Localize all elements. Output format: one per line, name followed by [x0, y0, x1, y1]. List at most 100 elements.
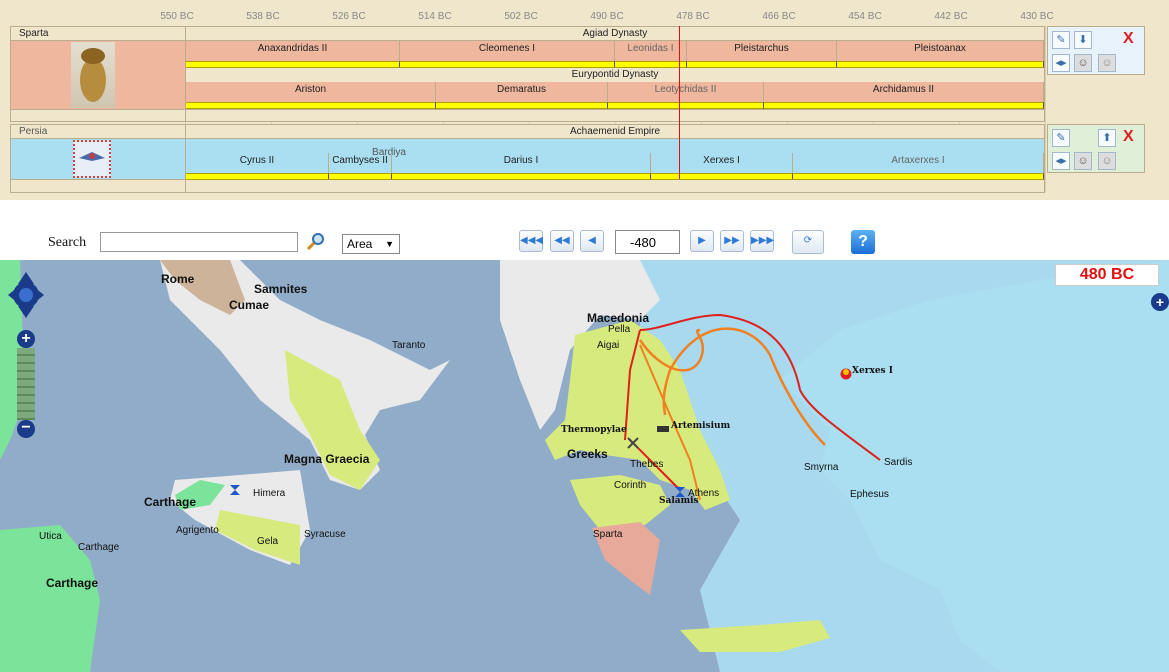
year-badge: 480 BC	[1055, 264, 1159, 286]
expand-horizontal-icon[interactable]: ◂▸	[1052, 54, 1070, 72]
city-label: Himera	[253, 488, 286, 499]
year-input[interactable]	[615, 230, 680, 254]
city-label: Carthage	[78, 542, 120, 553]
hourglass-battle-icon[interactable]	[674, 485, 686, 503]
reign-bar	[392, 173, 651, 180]
reign-bar	[687, 61, 837, 68]
persia-controls: ✎ ⬆ X ◂▸ ☺ ☺	[1047, 124, 1145, 173]
sparta-controls: ✎ ⬇ X ◂▸ ☺ ☺	[1047, 26, 1145, 75]
move-up-icon[interactable]: ⬆	[1098, 129, 1116, 147]
hourglass-battle-icon[interactable]	[229, 483, 241, 501]
sparta-label: Sparta	[19, 28, 49, 39]
city-label: Thebes	[630, 459, 664, 470]
eurypontid-dynasty-title: Eurypontid Dynasty	[571, 69, 659, 80]
city-label: Corinth	[614, 480, 647, 491]
ruler-name[interactable]: Cyrus II	[186, 153, 329, 173]
help-icon[interactable]: ?	[851, 230, 875, 254]
reign-bar	[436, 102, 608, 109]
city-label: Sardis	[884, 457, 913, 468]
ruler-name[interactable]: Leonidas I	[615, 41, 687, 61]
axis-grid-line	[1045, 26, 1046, 192]
axis-year-label: 502 BC	[504, 11, 538, 22]
zoom-in-icon[interactable]: +	[17, 330, 35, 348]
axis-year-label: 478 BC	[676, 11, 710, 22]
expand-horizontal-icon[interactable]: ◂▸	[1052, 152, 1070, 170]
close-icon[interactable]: X	[1123, 30, 1134, 48]
city-label: Aigai	[597, 340, 620, 351]
edit-icon[interactable]: ✎	[1052, 31, 1070, 49]
ruler-name[interactable]: Xerxes I	[651, 153, 793, 173]
city-label: Pella	[608, 324, 631, 335]
current-year-marker	[679, 26, 680, 179]
crossed-swords-icon[interactable]	[627, 436, 639, 454]
axis-year-label: 430 BC	[1020, 11, 1054, 22]
pan-control[interactable]	[8, 272, 44, 318]
close-icon[interactable]: X	[1123, 128, 1134, 146]
axis-year-label: 550 BC	[160, 11, 194, 22]
jump-forward-far-icon[interactable]: ▶▶▶	[750, 230, 774, 252]
search-input[interactable]	[100, 232, 298, 252]
step-forward-icon[interactable]: ▶	[690, 230, 714, 252]
axis-year-label: 514 BC	[418, 11, 452, 22]
ruler-name[interactable]: Archidamus II	[764, 82, 1044, 102]
reign-bar	[400, 61, 615, 68]
ruler-name[interactable]: Demaratus	[436, 82, 608, 102]
ruler-name[interactable]: Darius I	[392, 153, 651, 173]
city-label: Utica	[39, 531, 62, 542]
reign-bar	[615, 61, 687, 68]
map-canvas	[0, 260, 1169, 672]
reign-bar	[186, 61, 400, 68]
naval-battle-icon[interactable]	[657, 421, 669, 439]
region-label: Carthage	[46, 576, 99, 590]
step-back-icon[interactable]: ◀	[580, 230, 604, 252]
ruler-name[interactable]: Artaxerxes I	[793, 153, 1044, 173]
region-label: Samnites	[254, 282, 308, 296]
city-label: Ephesus	[850, 489, 889, 500]
region-label: Carthage	[144, 495, 197, 509]
city-label: Sparta	[593, 529, 623, 540]
persia-faravahar-icon	[73, 140, 111, 178]
jump-back-far-icon[interactable]: ◀◀◀	[519, 230, 543, 252]
ruler-name[interactable]: Pleistoanax	[837, 41, 1044, 61]
ruler-name[interactable]: Cleomenes I	[400, 41, 615, 61]
move-down-icon[interactable]: ⬇	[1074, 31, 1092, 49]
achaemenid-empire-title: Achaemenid Empire	[569, 126, 661, 137]
city-label: Agrigento	[176, 525, 219, 536]
portrait-grey-icon[interactable]: ☺	[1098, 54, 1116, 72]
axis-year-label: 538 BC	[246, 11, 280, 22]
reign-bar	[651, 173, 793, 180]
area-select-value: Area	[347, 237, 373, 251]
edit-icon[interactable]: ✎	[1052, 129, 1070, 147]
region-label: Greeks	[567, 447, 608, 461]
search-icon[interactable]	[306, 231, 326, 251]
persia-label: Persia	[19, 126, 48, 137]
reign-bar	[186, 173, 329, 180]
refresh-icon[interactable]: ⟳	[792, 230, 824, 254]
reign-bar	[186, 102, 436, 109]
jump-back-icon[interactable]: ◀◀	[550, 230, 574, 252]
portrait-grey-icon[interactable]: ☺	[1098, 152, 1116, 170]
xerxes-leader-icon[interactable]	[840, 367, 852, 385]
city-label: Gela	[257, 536, 279, 547]
city-label: Taranto	[392, 340, 426, 351]
battle-label: Artemisium	[671, 421, 731, 431]
portrait-icon[interactable]: ☺	[1074, 152, 1092, 170]
ruler-name[interactable]: Ariston	[186, 82, 436, 102]
ruler-name[interactable]: Leotychidas II	[608, 82, 764, 102]
jump-forward-icon[interactable]: ▶▶	[720, 230, 744, 252]
leader-label: Xerxes I	[852, 366, 893, 376]
agiad-dynasty-title: Agiad Dynasty	[582, 28, 648, 39]
portrait-icon[interactable]: ☺	[1074, 54, 1092, 72]
reign-bar	[329, 173, 392, 180]
map-view[interactable]: 480 BC + + − Rome Samnites Cumae Magna Grae…	[0, 260, 1169, 672]
ruler-name[interactable]: Anaxandridas II	[186, 41, 400, 61]
reign-bar	[608, 102, 764, 109]
zoom-out-icon[interactable]: −	[17, 420, 35, 438]
region-label: Rome	[161, 272, 195, 286]
ruler-name[interactable]: Pleistarchus	[687, 41, 837, 61]
zoom-slider[interactable]	[17, 348, 35, 420]
ruler-name[interactable]: Cambyses II	[329, 153, 392, 173]
city-label: Smyrna	[804, 462, 839, 473]
area-select[interactable]: Area ▼	[342, 234, 400, 254]
expand-panel-icon[interactable]: +	[1151, 293, 1169, 311]
